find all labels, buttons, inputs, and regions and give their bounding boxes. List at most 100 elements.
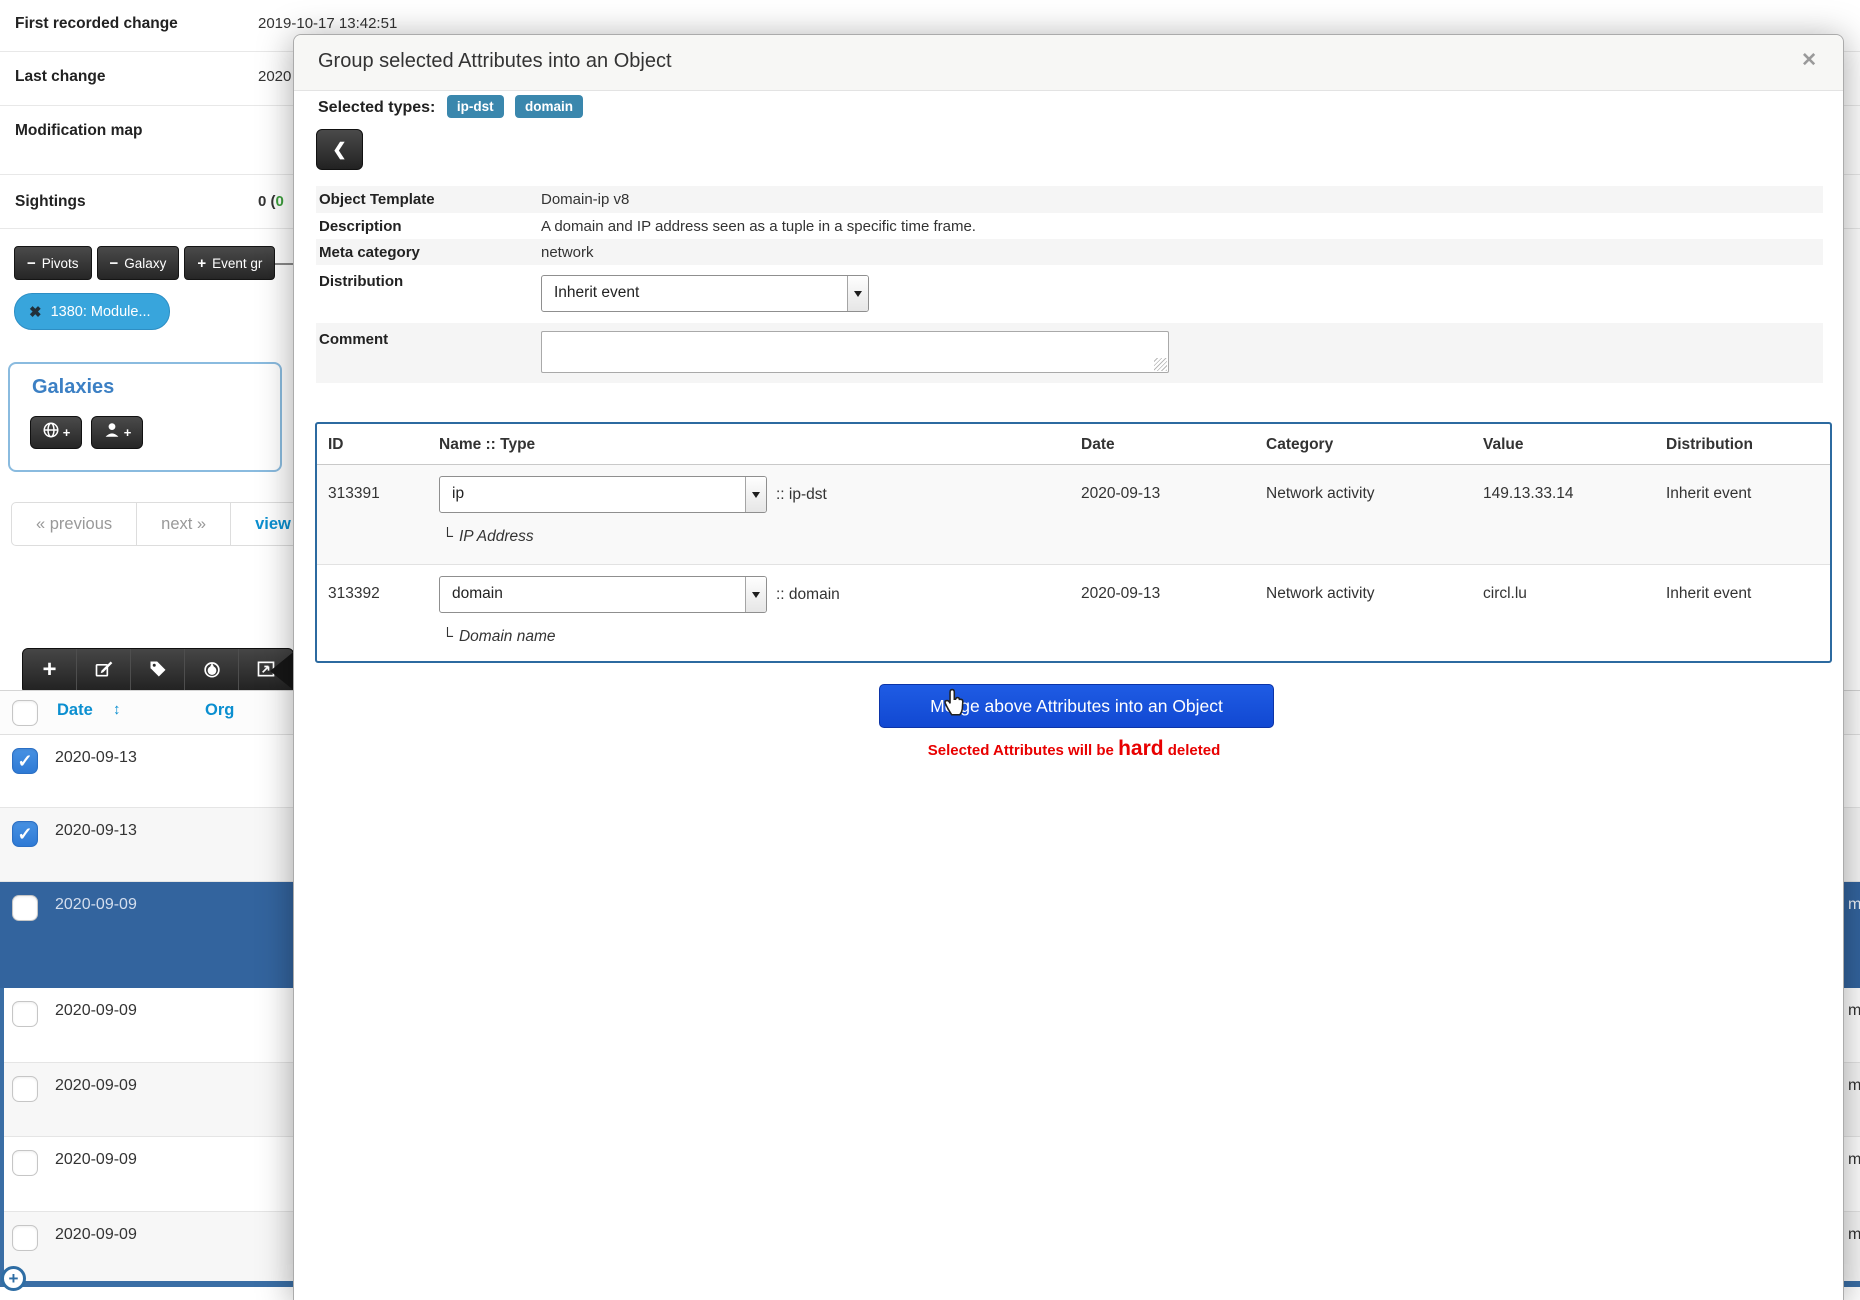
info-label: Modification map xyxy=(15,122,142,140)
row-checkbox[interactable] xyxy=(12,1001,38,1027)
attribute-type: :: ip-dst xyxy=(776,486,827,504)
comment-textarea[interactable] xyxy=(541,331,1169,373)
tag-button[interactable] xyxy=(131,649,185,693)
merge-table-row: 313392 domain :: domain └Domain name 202… xyxy=(317,565,1830,661)
col-header-name-type: Name :: Type xyxy=(428,424,1070,464)
chevron-down-icon[interactable] xyxy=(745,577,766,612)
previous-page-button[interactable]: « previous xyxy=(11,502,137,546)
col-header-category: Category xyxy=(1255,424,1472,464)
next-page-button[interactable]: next » xyxy=(136,502,231,546)
info-row-distribution: Distribution Inherit event xyxy=(316,265,1823,323)
attribute-toolbar: + xyxy=(22,648,294,694)
attribute-category: Network activity xyxy=(1255,465,1472,564)
add-global-galaxy-button[interactable]: + xyxy=(30,416,82,449)
group-attributes-modal: Group selected Attributes into an Object… xyxy=(293,34,1844,1300)
object-relation-select[interactable]: domain xyxy=(439,576,767,613)
info-row-object-template: Object Template Domain-ip v8 xyxy=(316,186,1823,213)
info-value: network xyxy=(541,244,594,261)
row-checkbox[interactable] xyxy=(12,1225,38,1251)
row-date: 2020-09-09 xyxy=(55,1226,137,1244)
warning-emphasis: hard xyxy=(1118,737,1164,760)
plus-icon: + xyxy=(63,425,71,440)
relation-hint-text: Domain name xyxy=(459,628,556,645)
relation-selected-value: domain xyxy=(440,577,745,612)
info-label: Description xyxy=(319,218,402,235)
row-date: 2020-09-09 xyxy=(55,896,137,914)
row-checkbox[interactable] xyxy=(12,1150,38,1176)
galaxy-toggle-button[interactable]: − Galaxy xyxy=(97,246,180,280)
info-row-comment: Comment xyxy=(316,323,1823,383)
row-checkbox-checked[interactable]: ✓ xyxy=(12,821,38,847)
info-label: Last change xyxy=(15,68,105,86)
row-checkbox[interactable] xyxy=(12,1076,38,1102)
row-date: 2020-09-09 xyxy=(55,1002,137,1020)
minus-icon: − xyxy=(27,255,36,272)
sort-icon[interactable]: ↕ xyxy=(113,701,121,718)
col-header-value: Value xyxy=(1472,424,1655,464)
distribution-select[interactable]: Inherit event xyxy=(541,275,869,312)
galaxy-rebel-button[interactable] xyxy=(185,649,239,693)
chevron-down-icon[interactable] xyxy=(745,477,766,512)
row-right-fragment: m xyxy=(1848,896,1860,914)
warning-suffix: deleted xyxy=(1164,742,1221,759)
check-icon: ✓ xyxy=(17,824,32,845)
info-label: Meta category xyxy=(319,244,420,261)
plus-icon: + xyxy=(197,255,206,272)
sightings-count-green: 0 xyxy=(276,193,284,210)
resize-grip-icon[interactable] xyxy=(1154,358,1167,371)
tag-icon xyxy=(148,659,168,684)
chevron-left-icon: ❮ xyxy=(332,140,346,160)
back-button[interactable]: ❮ xyxy=(316,129,363,170)
merge-table-row: 313391 ip :: ip-dst └IP Address 2020-09-… xyxy=(317,465,1830,565)
pivot-pill-label: 1380: Module... xyxy=(51,304,151,320)
pivot-breadcrumb-pill[interactable]: ✖ 1380: Module... xyxy=(14,293,170,330)
table-border-left xyxy=(0,988,4,1284)
object-relation-select[interactable]: ip xyxy=(439,476,767,513)
row-right-fragment: m xyxy=(1848,1077,1860,1095)
galaxy-label: Galaxy xyxy=(124,256,166,271)
date-column-sort[interactable]: Date xyxy=(57,701,93,720)
type-badge: domain xyxy=(515,95,583,118)
event-graph-toggle-button[interactable]: + Event gr xyxy=(184,246,275,280)
warning-prefix: Selected Attributes will be xyxy=(928,742,1118,759)
attribute-value: circl.lu xyxy=(1472,565,1655,661)
chevron-down-icon[interactable] xyxy=(847,276,868,311)
close-icon[interactable]: ✖ xyxy=(29,303,42,321)
pivots-toggle-button[interactable]: − Pivots xyxy=(14,246,92,280)
row-checkbox[interactable] xyxy=(12,895,38,921)
galaxies-buttons: + + xyxy=(30,416,143,449)
edit-attribute-button[interactable] xyxy=(77,649,131,693)
attribute-type: :: domain xyxy=(776,586,840,604)
object-template-link[interactable]: Domain-ip v8 xyxy=(541,191,629,208)
hard-delete-warning: Selected Attributes will be hard deleted xyxy=(774,737,1374,761)
info-label: Sightings xyxy=(15,193,86,211)
org-column-sort[interactable]: Org xyxy=(205,701,234,720)
event-graph-label: Event gr xyxy=(212,256,262,271)
row-checkbox-checked[interactable]: ✓ xyxy=(12,748,38,774)
elbow-icon: └ xyxy=(442,628,453,645)
info-row-description: Description A domain and IP address seen… xyxy=(316,213,1823,239)
info-value: 2019-10-17 13:42:51 xyxy=(258,15,397,32)
row-date: 2020-09-09 xyxy=(55,1077,137,1095)
close-icon[interactable]: ✕ xyxy=(1801,49,1817,72)
plus-icon: + xyxy=(42,656,56,686)
relation-hint: └ Domain name xyxy=(442,628,1070,646)
pivots-label: Pivots xyxy=(42,256,79,271)
select-all-checkbox[interactable] xyxy=(12,700,38,726)
selected-types-label: Selected types: xyxy=(318,99,435,116)
galaxies-panel: Galaxies + + xyxy=(8,362,282,472)
elbow-icon: └ xyxy=(442,528,453,545)
add-local-galaxy-button[interactable]: + xyxy=(91,416,143,449)
info-label: Object Template xyxy=(319,191,435,208)
attribute-value: 149.13.33.14 xyxy=(1472,465,1655,564)
add-attribute-button[interactable]: + xyxy=(23,649,77,693)
pivot-bar: − Pivots − Galaxy + Event gr xyxy=(14,246,275,280)
quick-add-attribute-button[interactable]: + xyxy=(1,1266,26,1291)
merge-table-header: ID Name :: Type Date Category Value Dist… xyxy=(317,424,1830,465)
attribute-distribution: Inherit event xyxy=(1655,565,1830,661)
attribute-category: Network activity xyxy=(1255,565,1472,661)
relation-hint-text: IP Address xyxy=(459,528,534,545)
rebel-alliance-icon xyxy=(202,659,222,684)
mouse-cursor-icon xyxy=(939,685,973,724)
row-date: 2020-09-13 xyxy=(55,822,137,840)
